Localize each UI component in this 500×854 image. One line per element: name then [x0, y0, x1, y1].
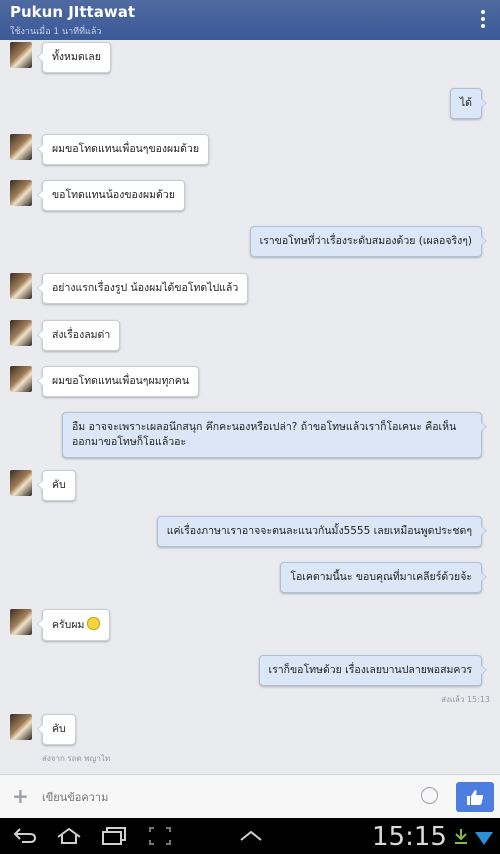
like-button[interactable] [456, 782, 494, 812]
message-bubble-outgoing: แค่เรื่องภาษาเราอาจจะตนละแนวกันมั้ง5555 … [156, 516, 488, 547]
avatar[interactable] [10, 180, 32, 206]
sent-via-location: ส่งจาก รถด พญาไท [42, 754, 111, 763]
message-bubble-incoming: ส่งเรื่องลมด่า [36, 320, 121, 351]
wifi-signal-icon [475, 832, 493, 845]
message-bubble-outgoing: เราก็ขอโทษด้วย เรื่องเลยบานปลายพอสมควร [258, 655, 487, 686]
avatar[interactable] [10, 134, 32, 160]
avatar[interactable] [10, 273, 32, 299]
system-navigation-bar: 15:15 [0, 818, 500, 854]
message-bubble-incoming: ครับผม [36, 609, 111, 641]
overflow-menu-icon[interactable] [480, 10, 486, 30]
message-composer: + [0, 774, 500, 818]
smiley-icon [87, 617, 101, 630]
last-active-status: ใช้งานเมื่อ 1 นาทีที่แล้ว [10, 27, 102, 37]
avatar[interactable] [10, 714, 32, 740]
message-bubble-outgoing: อืม อาจจะเพราะเผลอนึกสนุก คึกคะนองหรือเป… [62, 412, 487, 458]
contact-name[interactable]: Pukun JIttawat [10, 4, 490, 21]
message-input[interactable] [40, 783, 414, 811]
message-bubble-incoming: อย่างแรกเรื่องรูป น้องผมได้ขอโทดไปแล้ว [36, 273, 249, 304]
download-icon [455, 829, 467, 844]
avatar[interactable] [10, 320, 32, 346]
message-bubble-incoming: ผมขอโทดแทนเพื่อนๆของผมด้วย [37, 134, 209, 165]
message-bubble-outgoing: โอเคตามนี้นะ ขอบคุณที่มาเคลียร์ด้วยจ้ะ [280, 562, 487, 593]
home-icon[interactable] [55, 826, 83, 846]
chevron-up-icon[interactable] [238, 826, 264, 846]
message-bubble-incoming: คับ [37, 470, 76, 501]
message-thread[interactable]: ทั้งหมดเลย ได้ ผมขอโทดแทนเพื่อนๆของผมด้ว… [0, 40, 500, 774]
system-clock: 15:15 [372, 822, 447, 852]
avatar[interactable] [10, 42, 32, 68]
message-bubble-incoming: คับ [37, 714, 76, 745]
message-bubble-incoming: ผมขอโทดแทนเพื่อนๆผมทุกคน [37, 366, 199, 397]
recent-apps-icon[interactable] [100, 826, 128, 846]
screenshot-icon[interactable] [148, 826, 172, 846]
avatar[interactable] [10, 609, 32, 635]
message-bubble-outgoing: ได้ [449, 88, 488, 119]
emoji-icon[interactable] [421, 787, 438, 804]
chat-header: Pukun JIttawat ใช้งานเมื่อ 1 นาทีที่แล้ว [0, 0, 500, 40]
thumbs-up-icon [467, 790, 484, 805]
message-text: ครับผม [52, 619, 85, 631]
back-icon[interactable] [12, 826, 38, 846]
add-attachment-icon[interactable]: + [12, 784, 29, 808]
message-bubble-outgoing: เราขอโทษที่ว่าเรื่องระดับสมองด้วย (เผลอจ… [249, 226, 488, 257]
seen-timestamp: ส่งแล้ว 15:13 [441, 695, 490, 704]
avatar[interactable] [10, 470, 32, 496]
message-bubble-incoming: ทั้งหมดเลย [37, 42, 111, 73]
message-bubble-incoming: ขอโทดแทนน้องของผมด้วย [37, 180, 185, 211]
avatar[interactable] [10, 366, 32, 392]
